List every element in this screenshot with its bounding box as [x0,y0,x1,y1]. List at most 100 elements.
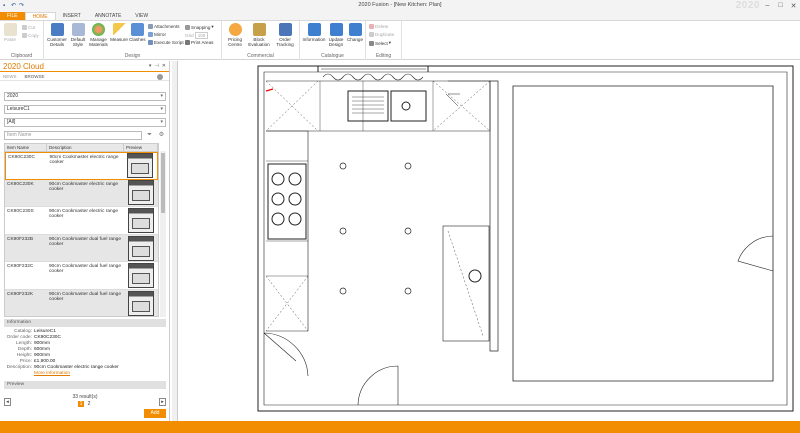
cooker-preview-image [128,263,154,289]
item-search-input[interactable]: Item Name [4,131,142,140]
redo-icon[interactable]: ↷ [19,3,25,9]
pricing-centre-button[interactable]: Pricing Centre [225,23,245,47]
tab-home[interactable]: HOME [24,12,56,20]
tab-view[interactable]: VIEW [128,12,155,20]
pin-icon[interactable]: ⊣ [154,63,158,69]
tab-insert[interactable]: INSERT [56,12,88,20]
ceiling-lights [339,162,412,295]
curtain-line [322,73,424,81]
table-row[interactable]: CK90F232B 90cm Cookmaster dual fuel rang… [5,234,158,263]
grid-field[interactable]: Grid 100 [185,32,209,39]
selection-marker [265,88,274,92]
grid-scrollbar[interactable] [160,151,166,317]
information-button[interactable]: Information [302,23,326,42]
burner [288,172,302,186]
chevron-down-icon: ▾ [160,119,163,125]
cursor-icon [369,40,374,46]
window-controls: – □ ✕ [761,0,800,11]
close-icon[interactable]: ✕ [162,63,166,69]
page-1[interactable]: 1 [78,401,84,407]
style-icon [71,23,85,36]
commercial-group: Pricing Centre Block Evaluation Order Tr… [222,21,300,60]
copy-button[interactable]: Copy [22,33,39,38]
order-tracking-button[interactable]: Order Tracking [272,23,298,47]
table-row[interactable]: CK90F232C 90cm Cookmaster dual fuel rang… [5,262,158,290]
snapping-dropdown[interactable]: Snapping ▾ [185,24,214,30]
mirror-button[interactable]: Mirror [148,32,166,37]
next-page-button[interactable]: ▸ [159,398,166,406]
subtab-news[interactable]: NEWS [3,74,17,79]
dropdown-icon[interactable]: ▾ [149,63,152,69]
measure-button[interactable]: Measure [110,23,128,42]
filter-icon[interactable]: ⏷ [145,131,154,140]
editing-group: Delete Duplicate Select ▾ Editing [366,21,402,60]
execute-script-button[interactable]: Execute Script [148,40,184,45]
result-count: 33 result(s) [72,394,98,400]
adjacent-room [512,85,774,382]
page-2[interactable]: 2 [86,401,92,407]
column-preview[interactable]: Preview [124,144,158,151]
year-select[interactable]: 2020 ▾ [4,92,166,101]
table-row[interactable]: CK90C230S 90cm Cookmaster electric range… [5,207,158,235]
info-icon [307,23,321,36]
filter-select[interactable]: [All] ▾ [4,118,166,127]
subtab-browse[interactable]: BROWSE [25,74,45,79]
cloud-panel: 2020 Cloud ▾ ⊣ ✕ NEWS BROWSE 2020 ▾ Leisu… [0,61,170,421]
chevron-down-icon: ▾ [211,24,214,29]
tab-annotate[interactable]: ANNOTATE [88,12,128,20]
close-icon[interactable]: ✕ [787,0,800,11]
attachments-button[interactable]: Attachments [148,24,180,29]
default-style-button[interactable]: Default Style [69,23,87,47]
customer-details-button[interactable]: Customer Details [46,23,68,47]
settings-icon[interactable]: ⚙ [157,131,166,140]
duplicate-button[interactable]: Duplicate [369,32,394,37]
sink-bowl [347,90,389,122]
tab-file[interactable]: FILE [0,12,25,20]
kitchen-plan-drawing[interactable] [178,61,800,421]
more-information-link[interactable]: More information [34,371,70,377]
minimize-icon[interactable]: – [761,0,774,11]
paste-button[interactable]: Paste [3,23,17,42]
block-evaluation-button[interactable]: Block Evaluation [247,23,271,47]
user-icon[interactable] [157,74,163,80]
scroll-thumb[interactable] [161,153,165,213]
maximize-icon[interactable]: □ [774,0,787,11]
preview-header[interactable]: Preview [4,381,166,389]
column-description[interactable]: Description [47,144,124,151]
clipboard-list-icon [278,23,292,36]
title-bar: ▪ ↶ ↷ 2020 Fusion - [New Kitchen: Plan] … [0,0,800,11]
script-icon [148,40,153,45]
column-item-name[interactable]: Item Name [5,144,47,151]
door-swing [263,332,309,377]
pager: 1 2 [0,401,170,407]
burner [288,212,302,226]
cut-button[interactable]: Cut [22,25,35,30]
add-button[interactable]: Add [144,409,166,418]
chevron-down-icon: ▾ [160,93,163,99]
table-row[interactable]: CK90F232K 90cm Cookmaster dual fuel rang… [5,289,158,316]
information-header[interactable]: Information [4,319,166,327]
mirror-icon [148,32,153,37]
inner-wall [263,71,788,406]
update-design-button[interactable]: Update Design [327,23,345,47]
save-icon[interactable]: ▪ [3,3,9,9]
clipboard-group-label: Clipboard [10,53,33,59]
plan-canvas[interactable] [178,61,800,421]
table-row[interactable]: CK90C230C 90cm Cookmaster electric range… [5,152,158,180]
select-dropdown[interactable]: Select ▾ [369,40,391,46]
print-areas-button[interactable]: Print Areas [185,40,213,45]
paste-icon [3,23,17,36]
delete-button[interactable]: Delete [369,24,388,29]
manage-materials-button[interactable]: Manage Materials [88,23,109,47]
catalog-select[interactable]: LeisureC1 ▾ [4,105,166,114]
undo-icon[interactable]: ↶ [11,3,17,9]
ribbon: Paste Cut Copy Clipboard Customer Detail… [0,20,800,60]
cabinet-divider [319,81,434,131]
cooker-preview-image [128,180,154,206]
table-row[interactable]: CK90C230K 90cm Cookmaster electric range… [5,179,158,208]
corner-unit [265,80,319,132]
clashes-button[interactable]: Clashes [129,23,146,42]
change-button[interactable]: Change [346,23,364,42]
panel-subtabs: NEWS BROWSE [0,72,169,81]
window-frame [445,93,460,107]
